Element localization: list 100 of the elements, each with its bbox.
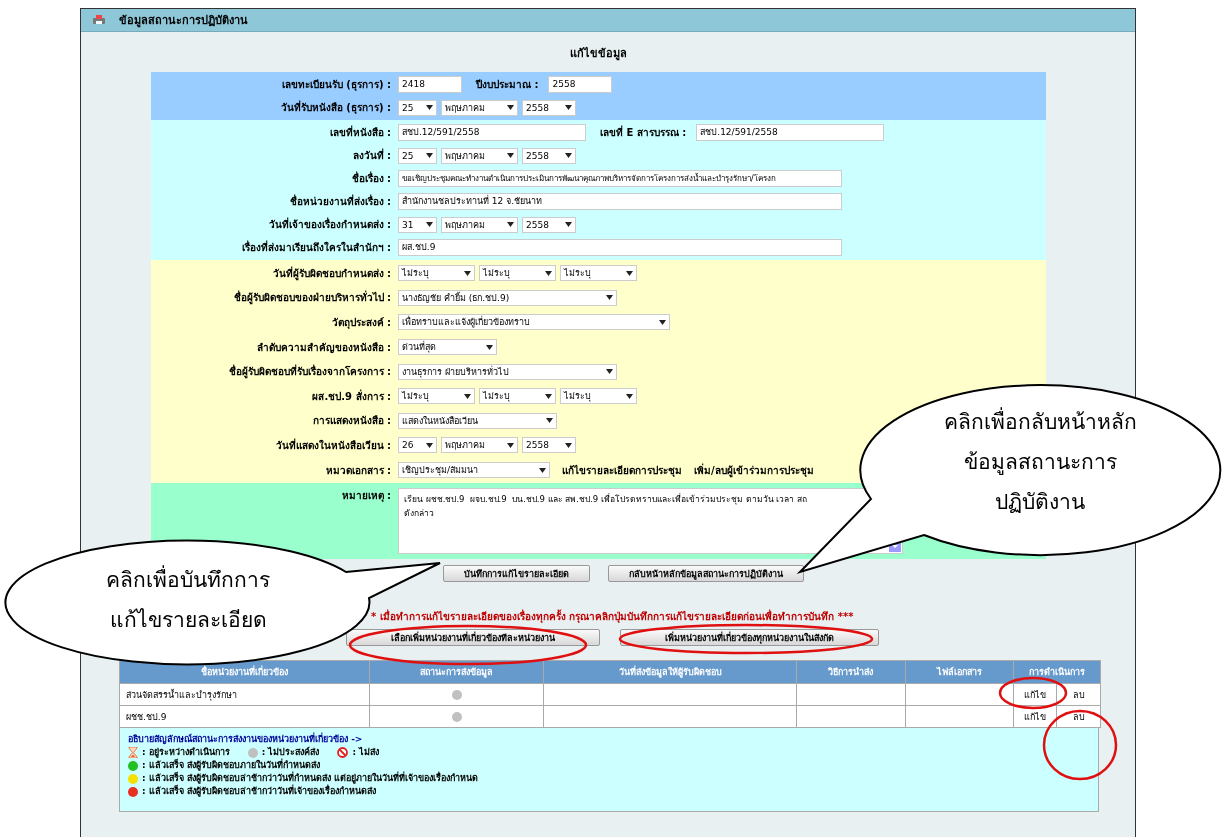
field-label: ผส.ชป.9 สั่งการ : xyxy=(311,388,392,404)
text-field[interactable]: ผส.ชป.9 xyxy=(398,239,842,256)
caret-icon xyxy=(626,270,633,276)
table-cell: ส่วนจัดสรรน้ำและบำรุงรักษา xyxy=(119,683,370,706)
dropdown[interactable]: นางธัญชัย คำยิ้ม (ธก.ชป.9) xyxy=(398,289,617,306)
dropdown[interactable]: พฤษภาคม xyxy=(441,99,518,116)
dropdown[interactable]: ไม่ระบุ xyxy=(398,388,475,405)
field-label: วันที่รับหนังสือ (ธุรการ) : xyxy=(279,100,392,115)
caret-icon xyxy=(659,320,666,325)
caret-icon xyxy=(426,442,433,448)
caret-icon xyxy=(626,393,633,399)
dropdown[interactable]: 2558 xyxy=(522,216,576,233)
callout-text: คลิกเพื่อกลับหน้าหลัก ข้อมูลสถานะการ ปฏิบัติงาน xyxy=(900,402,1180,522)
field-label: ปีงบประมาณ : xyxy=(476,78,539,92)
field-label: เลขที่หนังสือ : xyxy=(328,125,392,140)
dropdown[interactable]: 31 xyxy=(398,216,437,233)
dropdown[interactable]: ด่วนที่สุด xyxy=(398,339,497,356)
add-unit-button[interactable]: เลือกเพิ่มหน่วยงานที่เกี่ยวข้องทีละหน่วยงาน xyxy=(346,629,600,647)
field-label: หมายเหตุ : xyxy=(340,489,392,504)
caret-icon xyxy=(464,270,471,276)
caret-icon xyxy=(507,153,514,158)
dropdown[interactable]: เชิญประชุม/สัมมนา xyxy=(398,462,550,479)
dropdown[interactable]: แสดงในหนังสือเวียน xyxy=(398,412,557,429)
dropdown[interactable]: 25 xyxy=(398,147,437,164)
field-label: ชื่อผู้รับผิดชอบของฝ่ายบริหารทั่วไป : xyxy=(232,290,392,306)
forbidden-icon xyxy=(337,747,349,759)
dropdown[interactable]: พฤษภาคม xyxy=(441,147,518,164)
legend-title: อธิบายสัญลักษณ์สถานะการส่งงานของหน่วยงานที่เกี่ยวข้อง -> xyxy=(128,732,364,746)
field-label: วันที่แสดงในหนังสือเวียน : xyxy=(274,437,392,453)
dropdown[interactable]: 2558 xyxy=(522,437,576,454)
dropdown[interactable]: ไม่ระบุ xyxy=(398,265,475,282)
legend-text: : อยู่ระหว่างดำเนินการ xyxy=(142,746,230,759)
column-header: การดำเนินการ xyxy=(1013,660,1101,684)
caret-icon xyxy=(546,418,553,424)
dropdown[interactable]: 2558 xyxy=(522,99,576,116)
field-label: ลำดับความสำคัญของหนังสือ : xyxy=(255,340,392,355)
dropdown[interactable]: 2558 xyxy=(522,147,576,164)
caret-icon xyxy=(426,153,433,158)
field-label: ชื่อผู้รับผิดชอบที่รับเรื่องจากโครงการ : xyxy=(227,364,392,380)
dropdown[interactable]: เพื่อทราบและแจ้งผู้เกี่ยวข้องทราบ xyxy=(398,314,670,331)
field-label: ชื่อหน่วยงานที่ส่งเรื่อง : xyxy=(288,194,392,209)
caret-icon xyxy=(426,105,433,110)
caret-icon xyxy=(606,295,613,301)
add-unit-button[interactable]: เพิ่มหน่วยงานที่เกี่ยวข้องทุกหน่วยงานในสังกัด xyxy=(620,629,879,647)
window-title: ข้อมูลสถานะการปฏิบัติงาน xyxy=(119,13,248,29)
caret-icon xyxy=(565,222,572,227)
printer-icon xyxy=(93,15,105,25)
field-label: การแสดงหนังสือ : xyxy=(311,414,392,429)
legend-text: : แล้วเสร็จ ส่งผู้รับผิดชอบล่าช้ากว่าวันที่เจ้าของเรื่องกำหนดส่ง xyxy=(142,785,376,799)
caret-icon xyxy=(565,153,572,158)
dropdown[interactable]: ไม่ระบุ xyxy=(479,265,556,282)
caret-icon xyxy=(545,393,552,399)
dropdown[interactable]: 25 xyxy=(398,99,437,116)
text-link[interactable]: แก้ไขรายละเอียดการประชุม xyxy=(562,462,682,478)
form-heading: แก้ไขข้อมูล xyxy=(569,46,628,63)
text-link[interactable]: เพิ่ม/ลบผู้เข้าร่วมการประชุม xyxy=(694,462,814,478)
legend-text: : ไม่ส่ง xyxy=(352,746,380,760)
remarks-field[interactable]: เรียน ผชช.ชป.9 ผจบ.ชป.9 บน.ชป.9 และ สพ.ชป.9 เพื่อโปรดทราบและเพื่อเข้าร่วมประชุม ตามวัน เวลา สถ ดังกล่าว xyxy=(398,488,903,555)
text-field[interactable]: สชป.12/591/2558 xyxy=(398,124,586,141)
warning-note: * เมื่อทำการแก้ไขรายละเอียดของเรื่องทุกครั้ง กรุณาคลิกปุ่มบันทึกการแก้ไขรายละเอียดก่อนเพื่อทำการบันทึก *** xyxy=(371,609,854,625)
field-label: เลขทะเบียนรับ (ธุรการ) : xyxy=(280,78,392,92)
form-button[interactable]: บันทึกการแก้ไขรายละเอียด xyxy=(442,565,590,583)
caret-icon xyxy=(426,222,433,227)
text-field[interactable]: สชป.12/591/2558 xyxy=(696,124,885,141)
caret-icon xyxy=(565,105,572,110)
text-field[interactable]: ขอเชิญประชุมคณะทำงานดำเนินการประเมินการพัฒนาคุณภาพบริหารจัดการโครงการส่งน้ำและบำรุงรักษา/โครงก xyxy=(398,170,842,187)
field-label: วันที่เจ้าของเรื่องกำหนดส่ง : xyxy=(267,217,392,232)
field-label: ชื่อเรื่อง : xyxy=(350,171,392,186)
legend-text: : แล้วเสร็จ ส่งผู้รับผิดชอบภายในวันที่กำหนดส่ง xyxy=(142,759,320,772)
field-label: หมวดเอกสาร : xyxy=(324,463,392,478)
caret-icon xyxy=(464,393,471,399)
field-label: ลงวันที่ : xyxy=(351,148,392,163)
dropdown[interactable]: พฤษภาคม xyxy=(441,216,518,233)
field-label: เลขที่ E สารบรรณ : xyxy=(600,125,687,140)
dropdown[interactable]: 26 xyxy=(398,437,437,454)
column-header: วิธีการนำส่ง xyxy=(796,660,906,684)
caret-icon xyxy=(486,344,493,350)
caret-icon xyxy=(545,270,552,276)
field-label: วันที่ผู้รับผิดชอบกำหนดส่ง : xyxy=(271,265,392,281)
table-cell: ผชช.ชป.9 xyxy=(119,705,370,728)
field-label: วัตถุประสงค์ : xyxy=(330,316,392,330)
dropdown[interactable]: ไม่ระบุ xyxy=(479,388,556,405)
callout-text: คลิกเพื่อบันทึกการ แก้ไขรายละเอียด xyxy=(40,560,336,640)
form-button[interactable]: กลับหน้าหลักข้อมูลสถานะการปฏิบัติงาน xyxy=(607,565,804,583)
caret-icon xyxy=(539,467,546,473)
dropdown[interactable]: ไม่ระบุ xyxy=(560,265,637,282)
text-field[interactable]: 2558 xyxy=(548,76,613,93)
legend-text: : ไม่ประสงค์ส่ง xyxy=(261,746,320,758)
caret-icon xyxy=(507,105,514,110)
caret-icon xyxy=(606,369,613,375)
hourglass-icon xyxy=(128,747,138,759)
dropdown[interactable]: งานธุรการ ฝ่ายบริหารทั่วไป xyxy=(398,363,617,380)
text-field[interactable]: 2418 xyxy=(398,76,462,93)
dropdown[interactable]: ไม่ระบุ xyxy=(560,388,637,405)
caret-icon xyxy=(507,222,514,227)
column-header: ไฟล์เอกสาร xyxy=(905,660,1014,684)
text-field[interactable]: สำนักงานชลประทานที่ 12 จ.ชัยนาท xyxy=(398,193,842,210)
dropdown[interactable]: พฤษภาคม xyxy=(441,437,518,454)
field-label: เรื่องที่ส่งมาเรียนถึงใครในสำนักฯ : xyxy=(240,240,392,255)
column-header: วันที่ส่งข้อมูลให้ผู้รับผิดชอบ xyxy=(543,660,797,684)
